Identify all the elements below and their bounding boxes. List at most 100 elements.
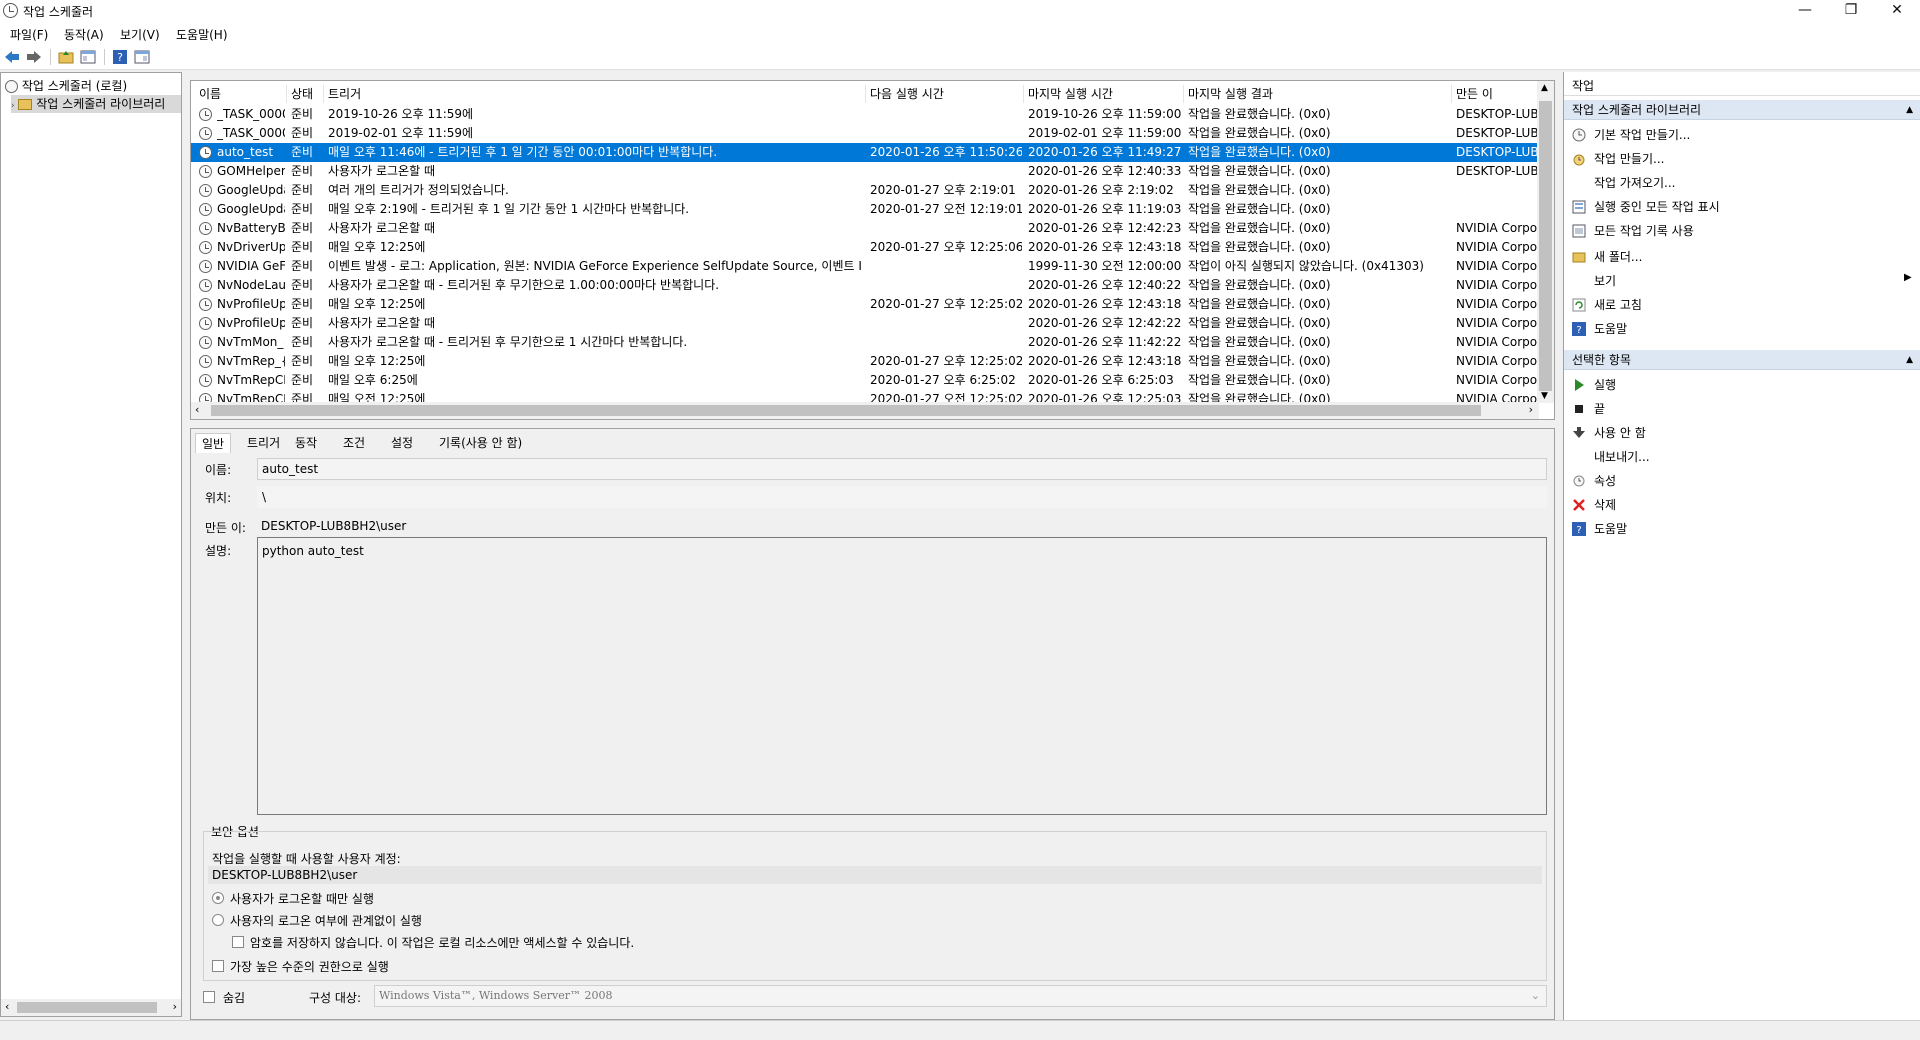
- configure-for-select[interactable]: Windows Vista™, Windows Server™ 2008 ⌄: [374, 985, 1547, 1007]
- task-last-result: 작업을 완료했습니다. (0x0): [1188, 221, 1331, 235]
- checkbox-hidden[interactable]: [203, 991, 215, 1003]
- scroll-thumb[interactable]: [211, 405, 1481, 416]
- table-row[interactable]: _TASK_0000... 준비 2019-10-26 오후 11:59에 2019-…: [191, 105, 1541, 124]
- menu-file[interactable]: 파일(F): [10, 26, 48, 43]
- scroll-right-icon[interactable]: ›: [173, 1000, 177, 1013]
- back-arrow-icon[interactable]: [4, 49, 20, 65]
- tab-history[interactable]: 기록(사용 안 함): [433, 433, 528, 453]
- show-hide-action-pane-icon[interactable]: [134, 49, 150, 65]
- table-row[interactable]: NvDriverUp... 준비 매일 오후 12:25에 2020-01-27 오후…: [191, 238, 1541, 257]
- scroll-thumb[interactable]: [17, 1002, 157, 1013]
- submenu-arrow-icon[interactable]: ▶: [1904, 272, 1912, 283]
- table-row[interactable]: NVIDIA GeF... 준비 이벤트 발생 - 로그: Application,…: [191, 257, 1541, 276]
- disable-icon: [1573, 427, 1585, 438]
- task-name: GoogleUpda...: [217, 202, 285, 216]
- restore-button[interactable]: ❐: [1828, 0, 1874, 22]
- task-list-vertical-scrollbar[interactable]: ▲ ▼: [1537, 81, 1554, 403]
- tree-item-local[interactable]: 작업 스케줄러 (로컬): [5, 77, 127, 95]
- action-new-folder[interactable]: 새 폴더...: [1594, 248, 1642, 266]
- tree-horizontal-scrollbar[interactable]: ‹ ›: [1, 999, 181, 1016]
- task-trigger: 매일 오후 12:25에: [328, 354, 426, 368]
- table-row[interactable]: GoogleUpda... 준비 여러 개의 트리거가 정의되었습니다. 2020-0…: [191, 181, 1541, 200]
- action-run[interactable]: 실행: [1594, 376, 1616, 394]
- forward-arrow-icon[interactable]: [26, 49, 42, 65]
- action-disable[interactable]: 사용 안 함: [1594, 424, 1646, 442]
- task-clock-icon: [199, 127, 212, 140]
- scroll-left-icon[interactable]: ‹: [195, 403, 199, 416]
- table-row[interactable]: NvBatteryBo... 준비 사용자가 로그온할 때 2020-01-26 오후…: [191, 219, 1541, 238]
- table-row[interactable]: NvProfileUp... 준비 매일 오후 12:25에 2020-01-27 오…: [191, 295, 1541, 314]
- tab-general[interactable]: 일반: [195, 433, 232, 453]
- action-create-basic-task[interactable]: 기본 작업 만들기...: [1594, 126, 1690, 144]
- table-row[interactable]: NvProfileUp... 준비 사용자가 로그온할 때 2020-01-26 오후…: [191, 314, 1541, 333]
- column-header-author[interactable]: 만든 이: [1452, 85, 1542, 103]
- name-field[interactable]: auto_test: [257, 458, 1547, 480]
- up-folder-icon[interactable]: [58, 49, 74, 65]
- task-status: 준비: [291, 316, 314, 330]
- running-tasks-icon: [1572, 200, 1586, 214]
- menu-help[interactable]: 도움말(H): [176, 26, 228, 43]
- table-row[interactable]: NvNodeLau... 준비 사용자가 로그온할 때 - 트리거된 후 무기한으로…: [191, 276, 1541, 295]
- action-view[interactable]: 보기: [1594, 272, 1616, 290]
- column-header-status[interactable]: 상태: [287, 85, 324, 103]
- tab-settings[interactable]: 설정: [385, 433, 419, 453]
- column-header-name[interactable]: 이름: [195, 85, 287, 103]
- tab-triggers[interactable]: 트리거: [241, 433, 286, 453]
- action-import-task[interactable]: 작업 가져오기...: [1594, 174, 1676, 192]
- task-last-run: 2020-01-26 오후 12:43:18: [1028, 354, 1182, 368]
- chevron-right-icon[interactable]: ›: [11, 101, 15, 111]
- action-enable-history[interactable]: 모든 작업 기록 사용: [1594, 222, 1694, 240]
- tab-actions[interactable]: 동작: [289, 433, 323, 453]
- action-display-running-tasks[interactable]: 실행 중인 모든 작업 표시: [1594, 198, 1720, 216]
- table-row[interactable]: NvTmRep_{... 준비 매일 오후 12:25에 2020-01-27 오후 …: [191, 352, 1541, 371]
- table-row[interactable]: _TASK_0000... 준비 2019-02-01 오후 11:59에 2019-…: [191, 124, 1541, 143]
- tree-item-library[interactable]: › 작업 스케줄러 라이브러리: [11, 95, 181, 113]
- chevron-down-icon[interactable]: ⌄: [1531, 986, 1540, 1006]
- task-history-icon: [1572, 224, 1586, 238]
- scroll-right-icon[interactable]: ›: [1529, 403, 1533, 416]
- table-row[interactable]: GoogleUpda... 준비 매일 오후 2:19에 - 트리거된 후 1 일 …: [191, 200, 1541, 219]
- scroll-left-icon[interactable]: ‹: [5, 1000, 9, 1013]
- status-bar: [0, 1020, 1920, 1040]
- task-list-horizontal-scrollbar[interactable]: ‹ ›: [191, 402, 1539, 419]
- action-help[interactable]: 도움말: [1594, 320, 1627, 338]
- action-create-task[interactable]: 작업 만들기...: [1594, 150, 1664, 168]
- action-end[interactable]: 끝: [1594, 400, 1605, 418]
- table-row[interactable]: GOMHelper 준비 사용자가 로그온할 때 2020-01-26 오후 12:4…: [191, 162, 1541, 181]
- scroll-up-icon[interactable]: ▲: [1541, 83, 1548, 93]
- action-delete[interactable]: 삭제: [1594, 496, 1616, 514]
- action-refresh[interactable]: 새로 고침: [1594, 296, 1642, 314]
- minimize-button[interactable]: —: [1782, 0, 1828, 22]
- menu-action[interactable]: 동작(A): [64, 26, 104, 43]
- table-row[interactable]: NvTmMon_{... 준비 사용자가 로그온할 때 - 트리거된 후 무기한으로…: [191, 333, 1541, 352]
- checkbox-highest-privileges[interactable]: [212, 960, 224, 972]
- checkbox-do-not-store-password[interactable]: [232, 936, 244, 948]
- action-export[interactable]: 내보내기...: [1594, 448, 1650, 466]
- task-clock-icon: [199, 165, 212, 178]
- column-header-trigger[interactable]: 트리거: [324, 85, 866, 103]
- menu-view[interactable]: 보기(V): [120, 26, 160, 43]
- radio-run-logged-on[interactable]: [212, 892, 224, 904]
- collapse-icon[interactable]: ▲: [1906, 100, 1913, 120]
- column-header-last-result[interactable]: 마지막 실행 결과: [1184, 85, 1452, 103]
- actions-section-library[interactable]: 작업 스케줄러 라이브러리 ▲: [1564, 100, 1920, 120]
- task-name: NvTmRepCR...: [217, 373, 285, 387]
- tab-conditions[interactable]: 조건: [337, 433, 371, 453]
- table-row[interactable]: NvTmRepCR... 준비 매일 오후 6:25에 2020-01-27 오후 6…: [191, 371, 1541, 390]
- scroll-down-icon[interactable]: ▼: [1541, 391, 1548, 401]
- close-button[interactable]: ✕: [1874, 0, 1920, 22]
- radio-run-whether-logged[interactable]: [212, 914, 224, 926]
- help-icon[interactable]: ?: [112, 49, 128, 65]
- action-properties[interactable]: 속성: [1594, 472, 1616, 490]
- table-row[interactable]: auto_test 준비 매일 오후 11:46에 - 트리거된 후 1 일 기간 …: [191, 143, 1541, 162]
- name-label: 이름:: [205, 463, 232, 477]
- description-field[interactable]: python auto_test: [257, 537, 1547, 815]
- column-header-last-run[interactable]: 마지막 실행 시간: [1024, 85, 1184, 103]
- scroll-thumb[interactable]: [1539, 101, 1552, 391]
- actions-section-selected[interactable]: 선택한 항목 ▲: [1564, 350, 1920, 370]
- clock-icon: [5, 80, 18, 93]
- show-hide-tree-icon[interactable]: [80, 49, 96, 65]
- collapse-icon[interactable]: ▲: [1906, 350, 1913, 370]
- column-header-next-run[interactable]: 다음 실행 시간: [866, 85, 1024, 103]
- action-help-selected[interactable]: 도움말: [1594, 520, 1627, 538]
